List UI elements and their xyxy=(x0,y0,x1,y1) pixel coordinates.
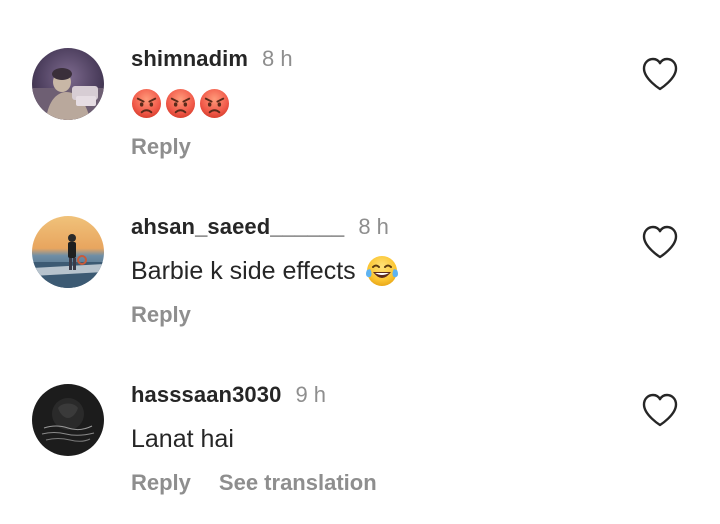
comment-meta: shimnadim 8 h xyxy=(131,46,293,74)
comment-meta: hasssaan3030 9 h xyxy=(131,382,326,410)
reply-button[interactable]: Reply xyxy=(131,302,191,328)
heart-icon[interactable] xyxy=(641,392,679,428)
angry-face-emoji-icon xyxy=(199,88,230,119)
see-translation-button[interactable]: See translation xyxy=(219,470,377,496)
comment-text: Lanat hai xyxy=(131,422,234,456)
angry-face-emoji-icon xyxy=(131,88,162,119)
comment-text xyxy=(131,86,233,120)
comment-item: shimnadim 8 h Reply xyxy=(0,30,720,180)
timestamp: 8 h xyxy=(358,214,389,239)
heart-icon[interactable] xyxy=(641,224,679,260)
username[interactable]: hasssaan3030 xyxy=(131,382,281,408)
comment-list: shimnadim 8 h Reply ahsan_saeed______ 8 … xyxy=(0,0,720,524)
angry-face-emoji-icon xyxy=(165,88,196,119)
reply-button[interactable]: Reply xyxy=(131,134,191,160)
avatar[interactable] xyxy=(32,384,104,456)
avatar[interactable] xyxy=(32,48,104,120)
timestamp: 8 h xyxy=(262,46,293,71)
tears-of-joy-emoji-icon xyxy=(365,254,399,288)
comment-actions: Reply See translation xyxy=(131,468,377,498)
username[interactable]: shimnadim xyxy=(131,46,248,72)
comment-item: hasssaan3030 9 h Lanat hai Reply See tra… xyxy=(0,366,720,516)
avatar[interactable] xyxy=(32,216,104,288)
comment-text-content: Barbie k side effects xyxy=(131,256,356,285)
comment-meta: ahsan_saeed______ 8 h xyxy=(131,214,389,242)
comment-actions: Reply xyxy=(131,132,191,162)
comment-actions: Reply xyxy=(131,300,191,330)
timestamp: 9 h xyxy=(295,382,327,407)
comment-text: Barbie k side effects xyxy=(131,254,399,288)
username[interactable]: ahsan_saeed______ xyxy=(131,214,344,240)
comment-text-content: Lanat hai xyxy=(131,424,234,453)
reply-button[interactable]: Reply xyxy=(131,470,191,496)
comment-item: ahsan_saeed______ 8 h Barbie k side effe… xyxy=(0,198,720,348)
heart-icon[interactable] xyxy=(641,56,679,92)
